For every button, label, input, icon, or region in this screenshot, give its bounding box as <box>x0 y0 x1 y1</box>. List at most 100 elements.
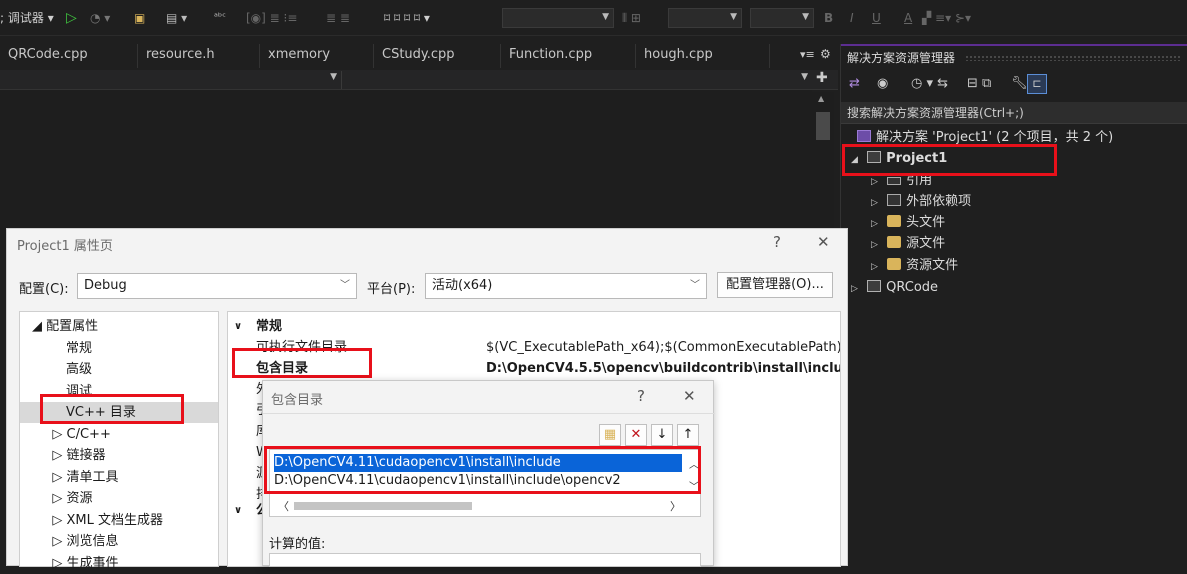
close-button[interactable]: ✕ <box>683 387 696 405</box>
move-up-icon[interactable]: ↑ <box>677 424 699 446</box>
tree-project1[interactable]: ◢ Project1 <box>851 149 947 169</box>
find-icon[interactable]: ⫴ ⊞ <box>622 9 641 27</box>
spellcheck-icon[interactable]: ᵃᵇᶜ <box>214 9 226 27</box>
computed-value-label: 计算的值: <box>269 537 326 552</box>
tree-qrcode[interactable]: ▷ QRCode <box>851 278 938 298</box>
references-icon <box>887 177 902 185</box>
grid-key: 可执行文件目录 <box>256 340 348 355</box>
scroll-thumb[interactable] <box>816 112 830 140</box>
list-item[interactable]: D:\OpenCV4.11\cudaopencv1\install\includ… <box>274 472 621 490</box>
collapse-all-icon[interactable]: ⊟ ⧉ <box>967 76 991 91</box>
tree-item[interactable]: 常规 <box>20 338 218 359</box>
tree-item-references[interactable]: ▷ 引用 <box>871 171 932 191</box>
grid-row[interactable]: 可执行文件目录 $(VC_ExecutablePath_x64);$(Common… <box>228 337 840 358</box>
config-label: 配置(C): <box>19 282 69 297</box>
help-button[interactable]: ? <box>773 233 781 251</box>
tree-item[interactable]: 高级 <box>20 359 218 380</box>
tab-list-icon[interactable]: ▾≡ <box>800 48 815 61</box>
computed-value-box <box>269 553 701 567</box>
tree-item-headers[interactable]: ▷ 头文件 <box>871 213 945 233</box>
underline-icon[interactable]: U <box>872 9 881 27</box>
navigation-bar: ▼ ▼ ✚ <box>0 70 838 90</box>
chevron-down-icon: ﹀ <box>340 280 350 291</box>
tab-resource[interactable]: resource.h <box>138 44 260 68</box>
chevron-down-icon: ﹀ <box>690 280 700 291</box>
tab-hough[interactable]: hough.cpp <box>636 44 770 68</box>
grid-value: D:\OpenCV4.5.5\opencv\buildcontrib\insta… <box>486 361 841 376</box>
section-caret-icon: ∨ <box>234 505 243 516</box>
member-dropdown[interactable]: ▼ <box>344 71 812 89</box>
tree-item[interactable]: ▷ 浏览信息 <box>20 531 218 552</box>
folder-icon <box>887 236 902 248</box>
debugger-label: 调试器 <box>7 11 44 25</box>
tree-item[interactable]: ▷ 资源 <box>20 488 218 509</box>
tree-item-external[interactable]: ▷ 外部依赖项 <box>871 192 971 212</box>
highlight-icon[interactable]: ▞ ≡▾ ⊱▾ <box>922 9 971 27</box>
split-icon[interactable]: ✚ <box>816 70 828 86</box>
format-icon[interactable]: [◉] ≣ ⁝≡ <box>246 9 297 27</box>
tree-item-resources[interactable]: ▷ 资源文件 <box>871 256 958 276</box>
italic-icon[interactable]: I <box>850 9 854 27</box>
tree-item[interactable]: ▷ 生成事件 <box>20 553 218 574</box>
toolbar-combo-2[interactable]: ▼ <box>668 8 742 28</box>
new-line-icon[interactable]: ▦ <box>599 424 621 446</box>
move-down-icon[interactable]: ↓ <box>651 424 673 446</box>
comment-icon[interactable]: ≣ ≣ <box>326 9 350 27</box>
grid-section-general[interactable]: ∨ 常规 <box>228 316 840 337</box>
scroll-down-icon[interactable]: ﹀ <box>689 478 699 493</box>
properties-icon[interactable]: 🔧︎ <box>1011 76 1028 91</box>
tab-cstudy[interactable]: CStudy.cpp <box>374 44 501 68</box>
expanded-caret-icon: ◢ <box>851 155 858 165</box>
font-color-icon[interactable]: A <box>904 9 912 27</box>
save-icon[interactable]: ▤ ▾ <box>166 9 187 27</box>
tree-item[interactable]: VC++ 目录 <box>20 402 218 423</box>
scope-dropdown[interactable]: ▼ <box>0 71 342 89</box>
code-editor[interactable] <box>0 90 812 250</box>
solution-search-input[interactable]: 搜索解决方案资源管理器(Ctrl+;) <box>841 102 1187 124</box>
gear-icon[interactable]: ⚙ <box>820 47 831 61</box>
tree-item[interactable]: 调试 <box>20 381 218 402</box>
help-button[interactable]: ? <box>637 387 645 405</box>
document-tabs: QRCode.cpp resource.h xmemory CStudy.cpp… <box>0 44 838 68</box>
pending-changes-icon[interactable]: ◷ ▾ ⇆ <box>911 76 948 91</box>
grid-row[interactable]: 包含目录 D:\OpenCV4.5.5\opencv\buildcontrib\i… <box>228 358 840 379</box>
delete-icon[interactable]: ✕ <box>625 424 647 446</box>
config-manager-button[interactable]: 配置管理器(O)... <box>717 272 833 298</box>
collapsed-caret-icon: ▷ <box>871 198 878 208</box>
list-item[interactable]: D:\OpenCV4.11\cudaopencv1\install\includ… <box>274 454 682 472</box>
platform-select[interactable]: 活动(x64) ﹀ <box>425 273 707 299</box>
include-dialog-title: 包含目录 <box>271 393 324 408</box>
tree-item[interactable]: ▷ 清单工具 <box>20 467 218 488</box>
tab-qrcode[interactable]: QRCode.cpp <box>0 44 138 68</box>
collapsed-caret-icon: ▷ <box>851 284 858 294</box>
debugger-menu[interactable]: ; 调试器 ▾ <box>0 9 54 27</box>
toolbar-combo-3[interactable]: ▼ <box>750 8 814 28</box>
toolbox-icon[interactable]: ◔ ▾ <box>90 9 110 27</box>
tree-item[interactable]: ▷ 链接器 <box>20 445 218 466</box>
sync-icon[interactable]: ⇄ <box>849 76 860 91</box>
toolbar-combo-1[interactable]: ▼ <box>502 8 614 28</box>
scroll-up-icon[interactable]: ▲ <box>818 94 824 103</box>
solution-icon <box>857 130 871 142</box>
globe-icon[interactable]: ◉ <box>877 76 888 91</box>
tree-item[interactable]: ▷ C/C++ <box>20 424 218 445</box>
scroll-left-icon[interactable]: 〈 <box>278 498 289 514</box>
tree-item-sources[interactable]: ▷ 源文件 <box>871 234 945 254</box>
tree-solution[interactable]: 解决方案 'Project1' (2 个项目，共 2 个) <box>857 128 1113 148</box>
tree-item[interactable]: ▷ XML 文档生成器 <box>20 510 218 531</box>
config-select[interactable]: Debug ﹀ <box>77 273 357 299</box>
tab-function[interactable]: Function.cpp <box>501 44 636 68</box>
scroll-right-icon[interactable]: 〉 <box>670 498 681 514</box>
folder-open-icon[interactable]: ▣ <box>134 9 145 27</box>
scroll-up-icon[interactable]: ︿ <box>689 456 699 471</box>
bold-icon[interactable]: B <box>824 9 833 27</box>
close-button[interactable]: ✕ <box>817 233 830 251</box>
play-icon[interactable]: ▷ <box>66 9 77 27</box>
editor-scrollbar[interactable]: ▲ <box>812 92 834 232</box>
tree-item[interactable]: ◢ 配置属性 <box>20 316 218 337</box>
bookmark-icon[interactable]: ⌑ ⌑ ⌑ ⌑ ▾ <box>384 9 430 27</box>
tab-xmemory[interactable]: xmemory <box>260 44 374 68</box>
h-scroll-thumb[interactable] <box>294 502 472 510</box>
preview-icon[interactable]: ⊏ <box>1027 74 1047 94</box>
main-toolbar: ; 调试器 ▾ ▷ ◔ ▾ ▣ ▤ ▾ ᵃᵇᶜ [◉] ≣ ⁝≡ ≣ ≣ ⌑ ⌑… <box>0 0 1187 36</box>
